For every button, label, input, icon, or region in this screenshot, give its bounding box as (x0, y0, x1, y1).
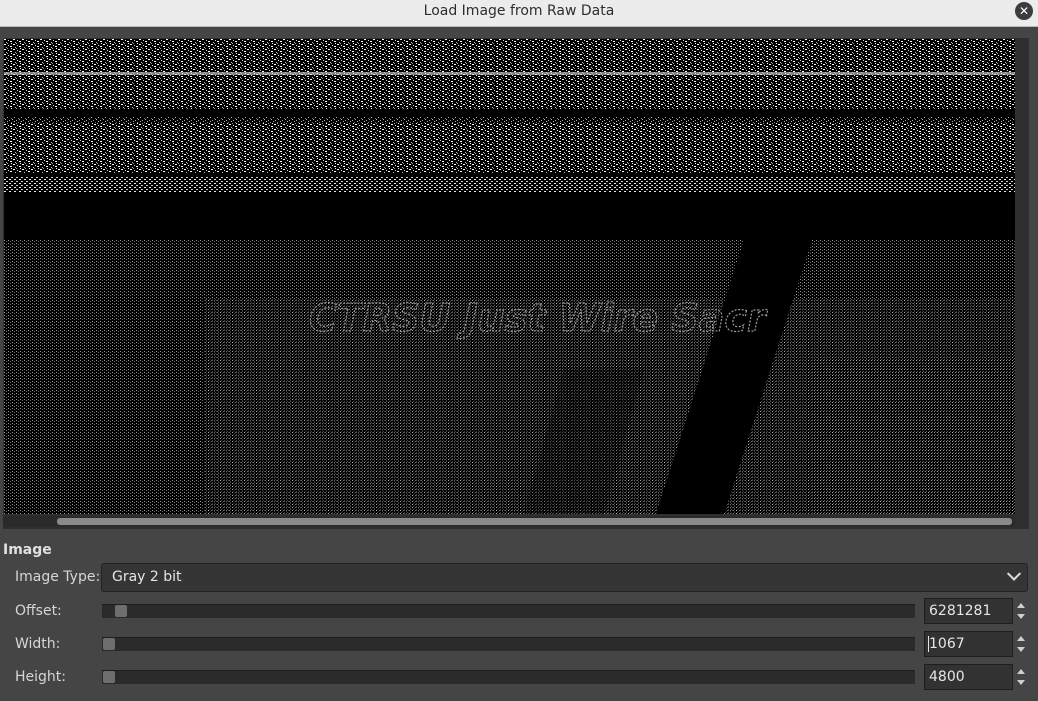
window-title: Load Image from Raw Data (423, 3, 615, 19)
preview-area: CTRSU Just Wire Sacr (3, 38, 1029, 529)
width-label: Width: (15, 636, 61, 652)
decrement-icon[interactable] (1017, 647, 1025, 652)
offset-value: 6281281 (929, 603, 992, 619)
width-slider-handle[interactable] (103, 638, 115, 650)
increment-icon[interactable] (1017, 669, 1025, 674)
offset-spinbutton[interactable]: 6281281 (924, 598, 1013, 624)
width-spinbutton[interactable]: 1067 (924, 631, 1013, 657)
preview-overlay-text: CTRSU Just Wire Sacr (309, 296, 768, 340)
offset-label: Offset: (15, 603, 62, 619)
title-bar: Load Image from Raw Data ✕ (0, 0, 1038, 27)
offset-slider-handle[interactable] (115, 605, 127, 617)
height-slider[interactable] (102, 670, 915, 684)
image-type-label: Image Type: (15, 569, 101, 585)
width-stepper[interactable] (1014, 631, 1028, 657)
chevron-down-icon (1006, 566, 1022, 581)
decrement-icon[interactable] (1017, 680, 1025, 685)
height-slider-handle[interactable] (103, 671, 115, 683)
image-type-value: Gray 2 bit (112, 569, 182, 585)
raw-image-preview: CTRSU Just Wire Sacr (4, 39, 1015, 514)
horizontal-scroll-thumb[interactable] (57, 518, 1012, 525)
image-type-dropdown[interactable]: Gray 2 bit (101, 563, 1028, 592)
width-slider[interactable] (102, 637, 915, 651)
decrement-icon[interactable] (1017, 614, 1025, 619)
height-spinbutton[interactable]: 4800 (924, 664, 1013, 690)
increment-icon[interactable] (1017, 603, 1025, 608)
height-stepper[interactable] (1014, 664, 1028, 690)
close-icon[interactable]: ✕ (1015, 2, 1033, 20)
offset-stepper[interactable] (1014, 598, 1028, 624)
preview-horizontal-scrollbar[interactable] (3, 516, 1015, 527)
increment-icon[interactable] (1017, 636, 1025, 641)
width-value: 1067 (929, 636, 965, 652)
height-label: Height: (15, 669, 66, 685)
height-value: 4800 (929, 669, 965, 685)
image-section-heading: Image (3, 542, 52, 558)
offset-slider[interactable] (102, 604, 915, 618)
